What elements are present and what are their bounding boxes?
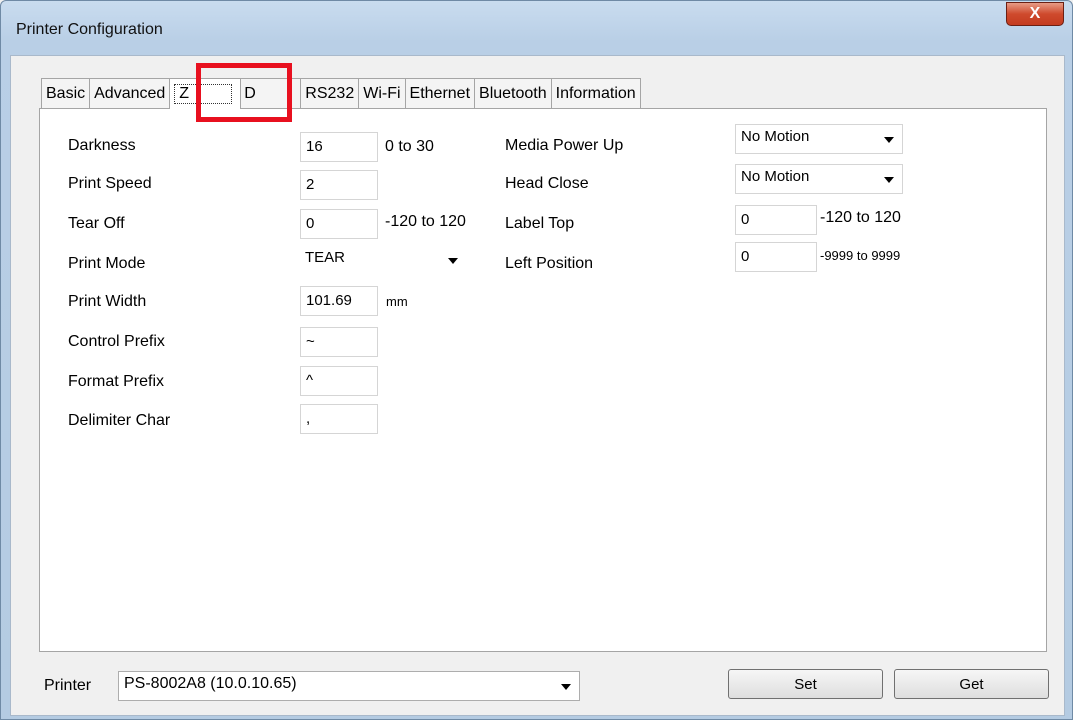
tab-basic[interactable]: Basic bbox=[41, 78, 91, 109]
chevron-down-icon bbox=[448, 258, 458, 264]
chevron-down-icon bbox=[884, 137, 894, 143]
left-position-label: Left Position bbox=[505, 255, 594, 272]
dialog-client-area: Basic Advanced Z D RS232 Wi-Fi Ethernet … bbox=[10, 55, 1065, 716]
close-icon: X bbox=[1029, 5, 1041, 22]
darkness-input[interactable]: 16 bbox=[300, 132, 378, 162]
format-prefix-label: Format Prefix bbox=[68, 373, 165, 390]
tear-off-range-hint: -120 to 120 bbox=[385, 213, 466, 230]
tab-information[interactable]: Information bbox=[550, 78, 641, 109]
tab-d[interactable]: D bbox=[240, 78, 302, 109]
left-position-range-hint: -9999 to 9999 bbox=[820, 248, 901, 263]
tear-off-input[interactable]: 0 bbox=[300, 209, 378, 239]
left-position-input[interactable]: 0 bbox=[735, 242, 817, 272]
print-width-unit: mm bbox=[386, 294, 408, 309]
print-mode-label: Print Mode bbox=[68, 255, 146, 272]
z-settings-panel: Darkness 16 0 to 30 Print Speed 2 Tear O… bbox=[39, 108, 1047, 652]
media-power-up-label: Media Power Up bbox=[505, 137, 624, 154]
darkness-label: Darkness bbox=[68, 137, 136, 154]
get-button[interactable]: Get bbox=[894, 669, 1049, 699]
printer-select[interactable]: PS-8002A8 (10.0.10.65) bbox=[118, 671, 580, 701]
media-power-up-select[interactable]: No Motion bbox=[735, 124, 903, 154]
tab-z-label: Z bbox=[174, 84, 233, 104]
tab-rs232[interactable]: RS232 bbox=[300, 78, 360, 109]
darkness-range-hint: 0 to 30 bbox=[385, 138, 434, 155]
tab-ethernet[interactable]: Ethernet bbox=[404, 78, 476, 109]
format-prefix-input[interactable]: ^ bbox=[300, 366, 378, 396]
tab-strip: Basic Advanced Z D RS232 Wi-Fi Ethernet … bbox=[41, 78, 641, 109]
set-button[interactable]: Set bbox=[728, 669, 883, 699]
close-button[interactable]: X bbox=[1006, 2, 1064, 26]
tear-off-label: Tear Off bbox=[68, 215, 125, 232]
head-close-select[interactable]: No Motion bbox=[735, 164, 903, 194]
chevron-down-icon bbox=[561, 684, 571, 690]
control-prefix-label: Control Prefix bbox=[68, 333, 165, 350]
media-power-up-value: No Motion bbox=[741, 128, 810, 145]
window-title: Printer Configuration bbox=[16, 21, 163, 38]
printer-value: PS-8002A8 (10.0.10.65) bbox=[124, 675, 297, 692]
chevron-down-icon bbox=[884, 177, 894, 183]
label-top-label: Label Top bbox=[505, 215, 575, 232]
print-mode-select[interactable]: TEAR bbox=[300, 246, 466, 276]
delimiter-char-label: Delimiter Char bbox=[68, 412, 171, 429]
print-speed-input[interactable]: 2 bbox=[300, 170, 378, 200]
print-speed-label: Print Speed bbox=[68, 175, 152, 192]
tab-wifi[interactable]: Wi-Fi bbox=[358, 78, 406, 109]
label-top-range-hint: -120 to 120 bbox=[820, 209, 901, 226]
head-close-value: No Motion bbox=[741, 168, 810, 185]
tab-bluetooth[interactable]: Bluetooth bbox=[474, 78, 552, 109]
head-close-label: Head Close bbox=[505, 175, 589, 192]
tab-advanced[interactable]: Advanced bbox=[89, 78, 171, 109]
print-mode-value: TEAR bbox=[305, 249, 346, 266]
label-top-input[interactable]: 0 bbox=[735, 205, 817, 235]
printer-configuration-window: Printer Configuration X Basic Advanced Z… bbox=[0, 0, 1073, 720]
delimiter-char-input[interactable]: , bbox=[300, 404, 378, 434]
print-width-label: Print Width bbox=[68, 293, 147, 310]
tab-z[interactable]: Z bbox=[169, 78, 242, 109]
print-width-input[interactable]: 101.69 bbox=[300, 286, 378, 316]
control-prefix-input[interactable]: ~ bbox=[300, 327, 378, 357]
printer-label: Printer bbox=[44, 677, 92, 694]
